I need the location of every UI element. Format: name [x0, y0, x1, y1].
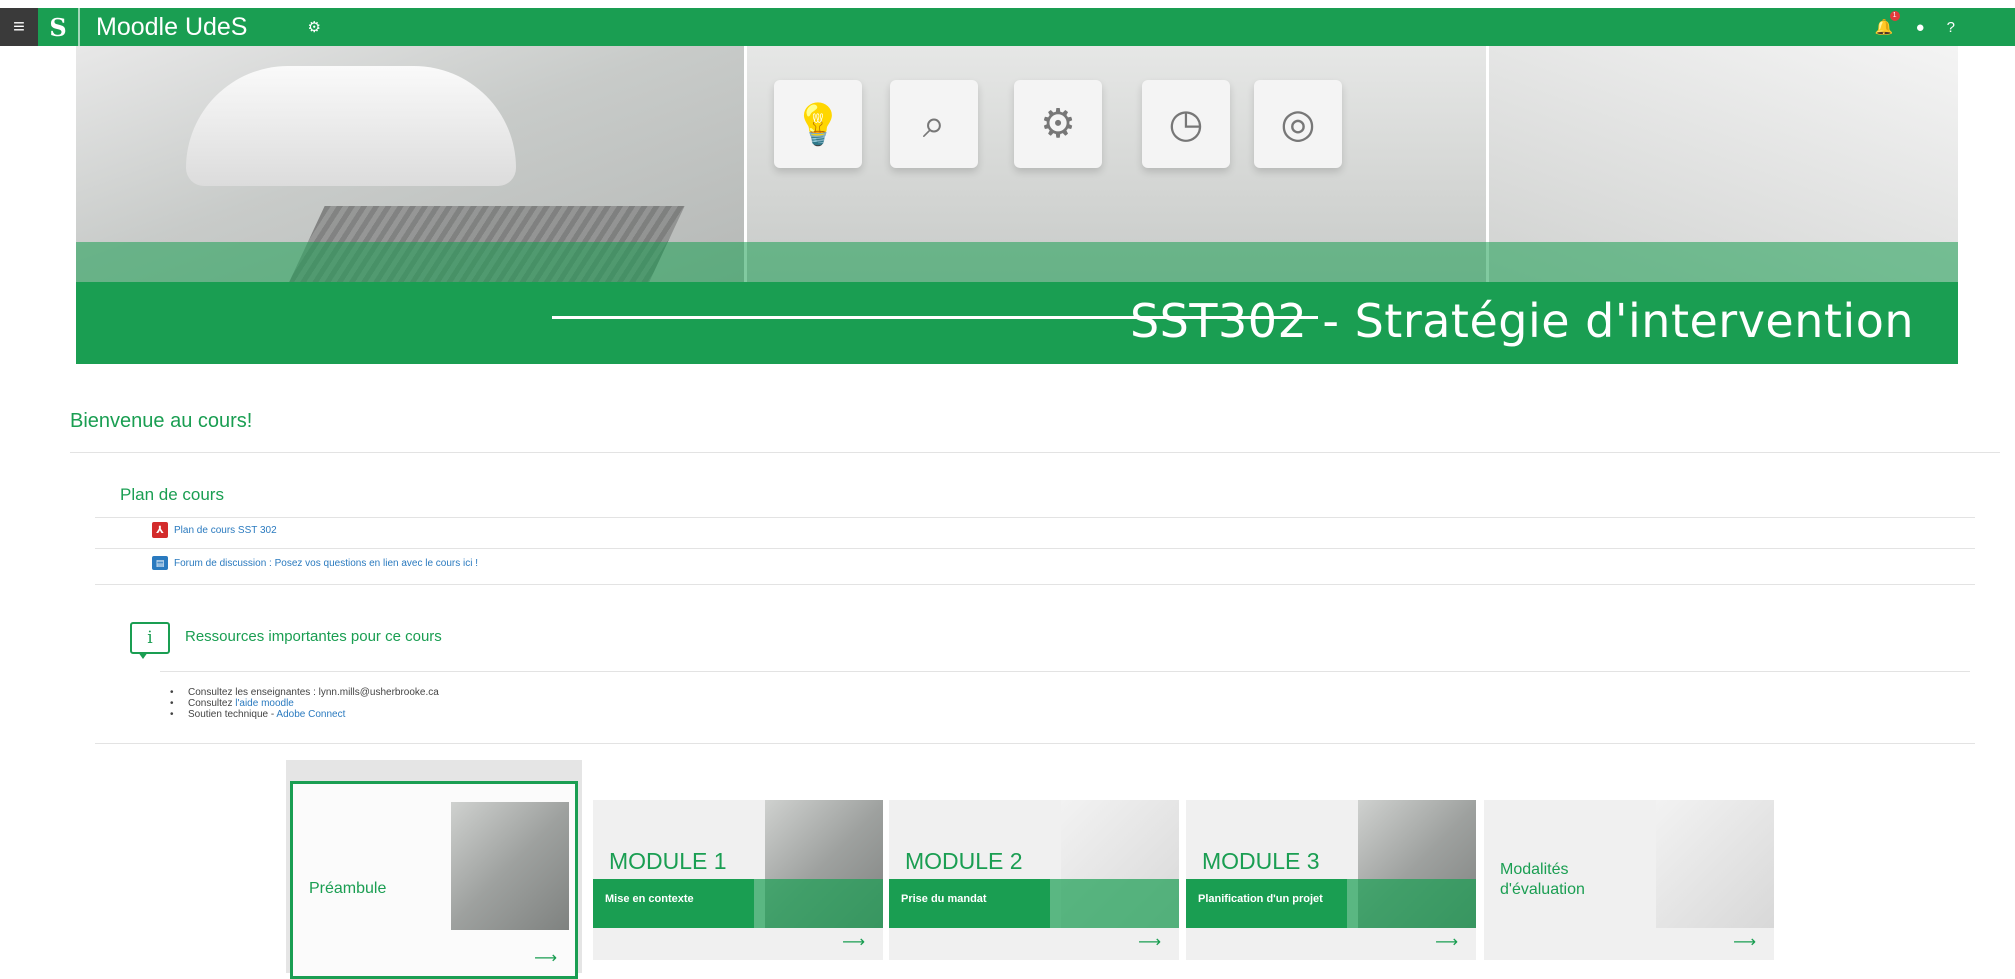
pdf-icon: ⅄ [152, 522, 168, 538]
arrow-right-icon: ⟶ [534, 950, 557, 967]
resources-title: Ressources importantes pour ce cours [185, 628, 442, 645]
divider [95, 584, 1975, 585]
resource-label[interactable]: Plan de cours SST 302 [174, 525, 277, 536]
resource-label[interactable]: Forum de discussion : Posez vos question… [174, 558, 478, 569]
tile-title: Modalités d'évaluation [1500, 861, 1585, 898]
target-icon: ◎ [1254, 80, 1342, 168]
tile-module-2[interactable]: MODULE 2 Prise du mandat ⟶ [889, 800, 1179, 960]
divider [160, 671, 1970, 672]
resource-forum[interactable]: ▤ Forum de discussion : Posez vos questi… [152, 556, 478, 570]
tile-image [1656, 800, 1774, 928]
tile-subtitle: Prise du mandat [901, 893, 987, 905]
tile-footer [1484, 928, 1774, 960]
lightbulb-icon: 💡 [774, 80, 862, 168]
divider [95, 517, 1975, 518]
moodle-help-link[interactable]: l'aide moodle [235, 698, 294, 709]
navbar-actions: 🔔 1 ● ? [1875, 8, 1955, 46]
forum-icon: ▤ [152, 556, 168, 570]
plan-section-title[interactable]: Plan de cours [120, 485, 224, 505]
search-icon: ⌕ [890, 80, 978, 168]
divider [95, 548, 1975, 549]
site-brand[interactable]: Moodle UdeS [96, 13, 247, 42]
chat-icon[interactable]: ● [1916, 19, 1925, 36]
tile-subtitle: Planification d'un projet [1198, 893, 1323, 905]
divider [70, 452, 2000, 453]
divider [95, 743, 1975, 744]
tile-image [451, 802, 569, 930]
gears-icon: ⚙ [1014, 80, 1102, 168]
tile-evaluation[interactable]: Modalités d'évaluation ⟶ [1484, 800, 1774, 960]
tile-title: MODULE 2 [905, 848, 1023, 874]
tile-module-3[interactable]: MODULE 3 Planification d'un projet ⟶ [1186, 800, 1476, 960]
list-item: Soutien technique - Adobe Connect [170, 709, 439, 720]
tile-title: MODULE 3 [1202, 848, 1320, 874]
list-item: Consultez les enseignantes : lynn.mills@… [170, 687, 439, 698]
bell-icon[interactable]: 🔔 1 [1875, 11, 1900, 36]
tile-preambule[interactable]: Préambule ⟶ [290, 781, 578, 979]
resource-plan-pdf[interactable]: ⅄ Plan de cours SST 302 [152, 522, 277, 538]
tile-title: Préambule [309, 880, 387, 897]
notification-badge: 1 [1889, 11, 1900, 21]
top-navbar: ≡ S Moodle UdeS ⚙ 🔔 1 ● ? [0, 8, 2015, 46]
arrow-right-icon: ⟶ [1733, 934, 1756, 951]
adobe-connect-link[interactable]: Adobe Connect [276, 709, 345, 720]
resources-list: Consultez les enseignantes : lynn.mills@… [170, 687, 439, 720]
tile-title: MODULE 1 [609, 848, 727, 874]
tile-footer [593, 928, 883, 960]
welcome-heading: Bienvenue au cours! [70, 410, 253, 432]
tile-subtitle: Mise en contexte [605, 893, 694, 905]
course-banner: 💡 ⌕ ⚙ ◷ ◎ SST302 - Stratégie d'intervent… [76, 46, 1958, 364]
arrow-right-icon: ⟶ [842, 934, 865, 951]
banner-green-band [76, 242, 1958, 282]
list-item: Consultez l'aide moodle [170, 698, 439, 709]
cogs-icon[interactable]: ⚙ [307, 18, 320, 36]
udes-logo[interactable]: S [38, 8, 80, 46]
helmet-shape [186, 66, 516, 186]
arrow-right-icon: ⟶ [1435, 934, 1458, 951]
hamburger-icon[interactable]: ≡ [0, 8, 38, 46]
tile-footer [889, 928, 1179, 960]
help-icon[interactable]: ? [1947, 19, 1955, 36]
tile-module-1[interactable]: MODULE 1 Mise en contexte ⟶ [593, 800, 883, 960]
info-icon: i [130, 622, 170, 659]
arrow-right-icon: ⟶ [1138, 934, 1161, 951]
clock-icon: ◷ [1142, 80, 1230, 168]
tile-footer [1186, 928, 1476, 960]
course-title: SST302 - Stratégie d'intervention [1129, 294, 1914, 348]
